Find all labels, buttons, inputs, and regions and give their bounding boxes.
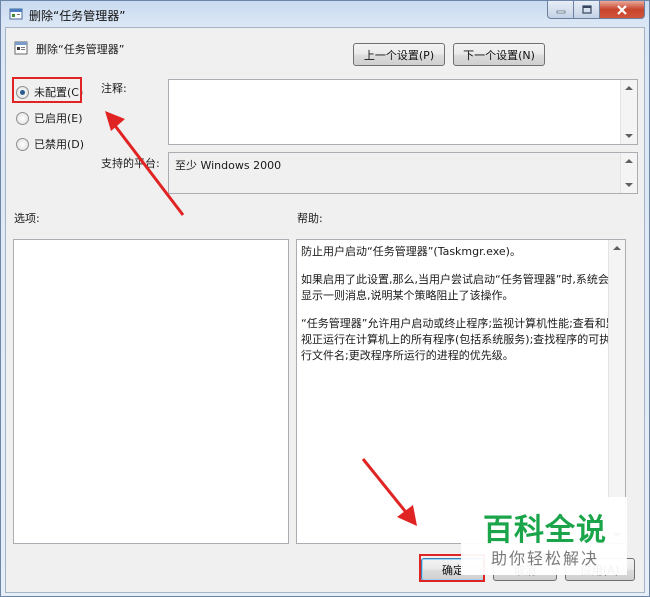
policy-dialog-window: 删除“任务管理器” 删除“任务管理器” 上一个设置(P) 下一个设置(N) 未配… (0, 0, 650, 597)
annotation-arrow-radio (105, 111, 185, 216)
watermark-main-text: 百科全说 (483, 513, 607, 548)
annotation-arrow-ok (361, 458, 417, 526)
watermark-sub-text: 助你轻松解决 (491, 549, 600, 568)
watermark-logo: 百科全说 助你轻松解决 (461, 497, 627, 575)
